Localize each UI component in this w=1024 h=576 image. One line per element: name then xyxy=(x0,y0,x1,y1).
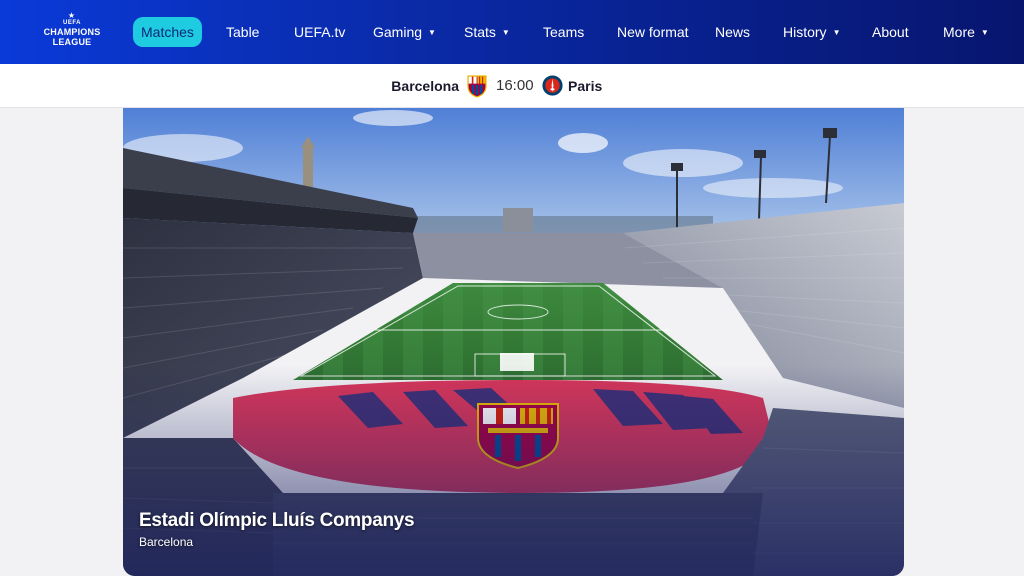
nav-item-about[interactable]: About xyxy=(872,0,909,64)
nav-item-uefatv-label: UEFA.tv xyxy=(294,24,346,40)
logo-line-2: LEAGUE xyxy=(52,37,92,47)
nav-item-table-label: Table xyxy=(226,24,260,40)
logo-line-1: CHAMPIONS xyxy=(43,27,101,37)
venue-name: Estadi Olímpic Lluís Companys xyxy=(139,510,415,531)
stadium-hero-image: Estadi Olímpic Lluís Companys Barcelona xyxy=(123,108,904,576)
nav-item-news[interactable]: News xyxy=(715,0,750,64)
nav-item-gaming[interactable]: Gaming ▼ xyxy=(373,0,436,64)
barcelona-crest-icon xyxy=(467,75,487,98)
nav-item-matches[interactable]: Matches xyxy=(133,0,202,64)
logo-uefa-text: UEFA xyxy=(62,20,81,26)
nav-item-stats-label: Stats xyxy=(464,24,496,40)
nav-item-table[interactable]: Table xyxy=(226,0,259,64)
chevron-down-icon: ▼ xyxy=(980,27,989,37)
top-nav: ★ UEFA CHAMPIONS LEAGUE Matches Table UE… xyxy=(0,0,1024,64)
away-team-name: Paris xyxy=(568,78,603,94)
home-team-name: Barcelona xyxy=(391,78,459,94)
champions-league-logo[interactable]: ★ UEFA CHAMPIONS LEAGUE xyxy=(40,12,104,52)
nav-item-teams-label: Teams xyxy=(543,24,585,40)
nav-item-new-format-label: New format xyxy=(617,24,689,40)
starball-icon: ★ xyxy=(67,11,77,20)
nav-item-about-label: About xyxy=(872,24,909,40)
nav-item-more-label: More xyxy=(943,24,975,40)
chevron-down-icon: ▼ xyxy=(501,27,510,37)
fixture-bar[interactable]: Barcelona 16:00 Paris xyxy=(0,64,1024,108)
paris-crest-icon xyxy=(541,74,564,97)
chevron-down-icon: ▼ xyxy=(428,27,436,37)
nav-item-gaming-label: Gaming xyxy=(373,24,423,40)
chevron-down-icon: ▼ xyxy=(832,27,841,37)
nav-item-matches-label: Matches xyxy=(133,17,202,47)
nav-item-new-format[interactable]: New format xyxy=(617,0,689,64)
nav-item-history-label: History xyxy=(783,24,827,40)
stadium-illustration xyxy=(123,108,904,576)
nav-item-news-label: News xyxy=(715,24,751,40)
nav-item-stats[interactable]: Stats ▼ xyxy=(464,0,510,64)
kickoff-time: 16:00 xyxy=(496,77,534,94)
venue-city: Barcelona xyxy=(139,535,194,549)
nav-item-uefatv[interactable]: UEFA.tv xyxy=(294,0,345,64)
nav-item-history[interactable]: History ▼ xyxy=(783,0,840,64)
nav-item-teams[interactable]: Teams xyxy=(543,0,584,64)
nav-item-more[interactable]: More ▼ xyxy=(943,0,989,64)
